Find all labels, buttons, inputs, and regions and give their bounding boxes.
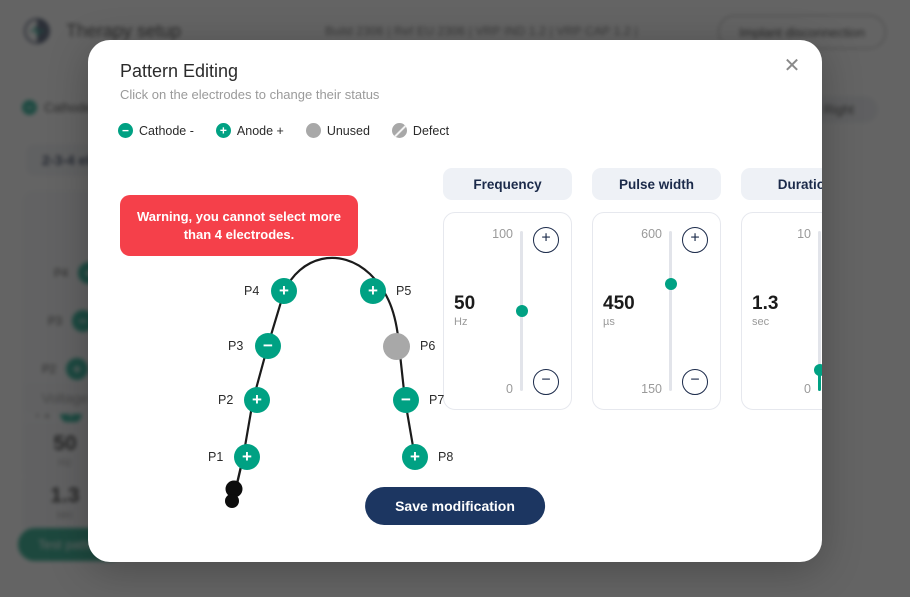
slider-max-pulse-width: 600	[641, 227, 662, 241]
electrode-node-p8[interactable]: +	[402, 444, 428, 470]
slider-thumb-frequency[interactable]	[515, 305, 528, 317]
parameter-unit-pulse-width: µs	[603, 315, 615, 328]
plus-icon[interactable]: +	[682, 227, 708, 253]
slider-min-duration: 0	[804, 382, 811, 396]
page-title: Pattern Editing	[120, 61, 239, 81]
legend-item-anode: + Anode +	[215, 123, 284, 138]
legend-label-cathode: Cathode -	[139, 123, 194, 138]
electrode-node-p2[interactable]: +	[244, 387, 270, 413]
parameter-value-duration: 1.3	[752, 293, 779, 315]
parameter-frequency: Frequency 100 0 50 Hz + −	[443, 168, 572, 410]
status-legend: − Cathode - + Anode + Unused Defect	[118, 123, 449, 138]
parameter-panel: Frequency 100 0 50 Hz + − Pulse width 60…	[443, 168, 822, 410]
slider-min-pulse-width: 150	[641, 382, 662, 396]
slider-max-duration: 10	[797, 227, 811, 241]
legend-label-unused: Unused	[326, 123, 370, 138]
parameter-value-pulse-width: 450	[603, 293, 635, 315]
electrode-label-p7: P7	[429, 393, 445, 407]
minus-icon[interactable]: −	[682, 369, 708, 395]
parameter-header-pulse-width: Pulse width	[592, 168, 721, 200]
legend-label-defect: Defect	[412, 123, 450, 138]
parameter-unit-duration: sec	[752, 315, 770, 328]
anode-icon: +	[215, 123, 231, 138]
plus-icon[interactable]: +	[533, 227, 559, 253]
electrode-label-p5: P5	[396, 284, 412, 298]
electrode-label-p6: P6	[420, 339, 436, 353]
slider-thumb-duration[interactable]	[813, 364, 822, 377]
slider-pulse-width[interactable]: 600 150 450 µs + −	[592, 212, 721, 410]
electrode-node-p7[interactable]: −	[393, 387, 419, 413]
electrode-label-p1: P1	[208, 450, 224, 464]
close-icon[interactable]: ✕	[778, 52, 806, 80]
parameter-readout-pulse-width: 450 µs	[603, 294, 661, 328]
electrode-diagram: + P4 + P5 − P3 P6 + P2 − P7 + P1 + P8	[108, 240, 458, 520]
electrode-label-p8: P8	[438, 450, 454, 464]
cathode-icon: −	[118, 123, 133, 138]
electrode-node-p1[interactable]: +	[234, 444, 260, 470]
slider-track-frequency[interactable]	[515, 231, 528, 391]
electrode-node-p5[interactable]: +	[360, 278, 386, 304]
legend-item-unused: Unused	[305, 123, 370, 138]
parameter-header-duration: Duration	[741, 168, 822, 200]
unused-icon	[305, 123, 321, 138]
parameter-duration: Duration 10 0 1.3 sec + −	[741, 168, 822, 410]
parameter-header-frequency: Frequency	[443, 168, 572, 200]
slider-frequency[interactable]: 100 0 50 Hz + −	[443, 212, 572, 410]
slider-track-duration[interactable]	[813, 231, 822, 391]
parameter-value-frequency: 50	[454, 293, 476, 315]
dialog-subtitle: Click on the electrodes to change their …	[120, 87, 380, 102]
electrode-label-p2: P2	[218, 393, 234, 407]
legend-item-cathode: − Cathode -	[118, 123, 194, 138]
parameter-readout-frequency: 50 Hz	[454, 294, 512, 328]
slider-track-pulse-width[interactable]	[664, 231, 677, 391]
minus-icon[interactable]: −	[533, 369, 559, 395]
parameter-unit-frequency: Hz	[454, 315, 468, 328]
pattern-editing-dialog: ✕ Pattern Editing Click on the electrode…	[88, 40, 822, 562]
electrode-node-p3[interactable]: −	[255, 333, 281, 359]
electrode-node-p6[interactable]	[383, 333, 410, 360]
parameter-pulse-width: Pulse width 600 150 450 µs + −	[592, 168, 721, 410]
parameter-readout-duration: 1.3 sec	[752, 294, 810, 328]
legend-item-defect: Defect	[391, 123, 450, 138]
slider-thumb-pulse-width[interactable]	[664, 278, 677, 291]
electrode-node-p4[interactable]: +	[271, 278, 297, 304]
slider-max-frequency: 100	[492, 227, 513, 241]
electrode-label-p4: P4	[244, 284, 260, 298]
slider-min-frequency: 0	[506, 382, 513, 396]
electrode-label-p3: P3	[228, 339, 244, 353]
defect-icon	[391, 123, 407, 138]
legend-label-anode: Anode +	[236, 123, 284, 138]
slider-duration[interactable]: 10 0 1.3 sec + −	[741, 212, 822, 410]
